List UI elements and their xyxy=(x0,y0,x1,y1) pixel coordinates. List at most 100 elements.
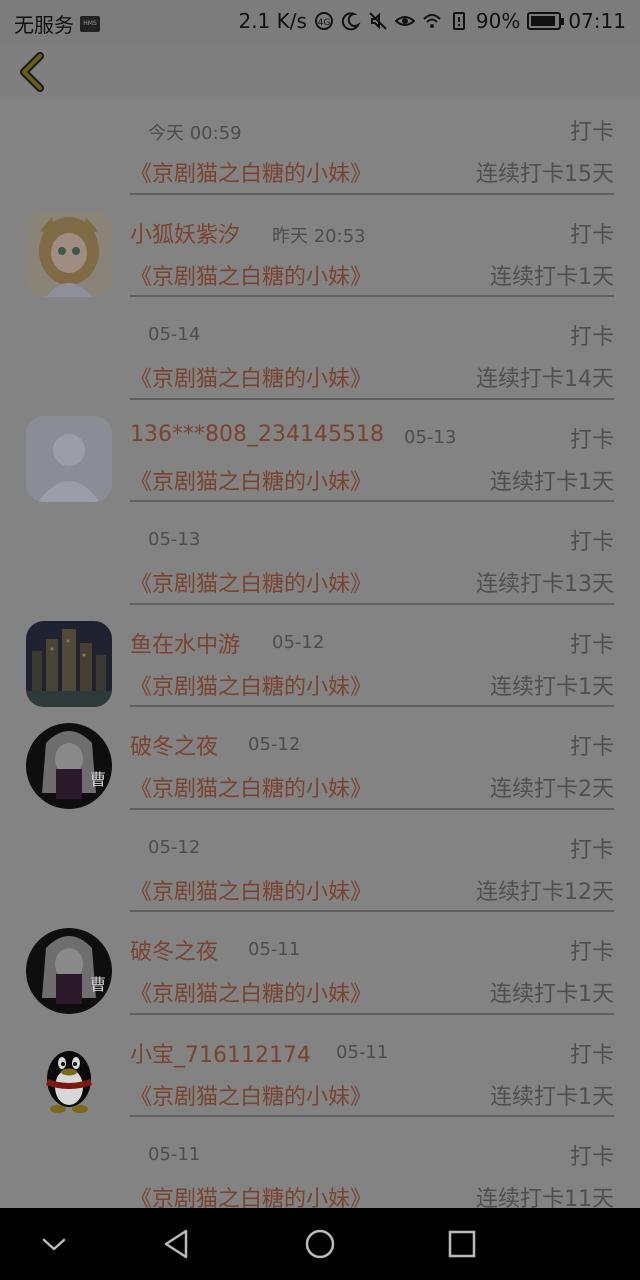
streak-count: 连续打卡1天 xyxy=(490,469,614,495)
entry-action: 打卡 xyxy=(569,427,614,453)
entry-time: 昨天 20:53 xyxy=(272,225,366,247)
mute-icon xyxy=(369,12,387,30)
entry-time: 05-11 xyxy=(248,939,301,960)
list-item[interactable]: 曹 破冬之夜 05-11 打卡 《京剧猫之白糖的小妹》 连续打卡1天 xyxy=(0,920,640,1023)
entry-time: 05-13 xyxy=(148,529,201,550)
chevron-down-icon[interactable] xyxy=(34,1224,74,1264)
carrier-label: 无服务 xyxy=(14,13,74,37)
username[interactable]: 破冬之夜 xyxy=(130,729,218,761)
entry-action: 打卡 xyxy=(569,1145,614,1170)
checkin-list: 今天 00:59 打卡 《京剧猫之白糖的小妹》 连续打卡15天 小狐妖紫汐 昨天… xyxy=(0,100,640,1208)
clock: 07:11 xyxy=(568,9,626,33)
qq-penguin-avatar-icon xyxy=(26,1030,112,1117)
book-title-link[interactable]: 《京剧猫之白糖的小妹》 xyxy=(130,361,372,393)
avatar[interactable]: 曹 xyxy=(26,928,112,1014)
book-title-link[interactable]: 《京剧猫之白糖的小妹》 xyxy=(130,874,372,906)
dark-anime-avatar-icon: 曹 xyxy=(26,928,112,1014)
city-night-avatar-icon xyxy=(26,620,112,707)
book-title-link[interactable]: 《京剧猫之白糖的小妹》 xyxy=(130,1181,372,1208)
entry-time: 今天 00:59 xyxy=(148,123,242,144)
streak-count: 连续打卡2天 xyxy=(490,777,614,802)
book-title-link[interactable]: 《京剧猫之白糖的小妹》 xyxy=(130,259,372,291)
entry-action: 打卡 xyxy=(569,735,614,760)
divider xyxy=(130,500,614,502)
entry-action: 打卡 xyxy=(569,940,614,965)
entry-action: 打卡 xyxy=(569,120,614,145)
streak-count: 连续打卡1天 xyxy=(490,674,614,700)
svg-text:曹: 曹 xyxy=(90,975,106,994)
entry-action: 打卡 xyxy=(569,530,614,555)
avatar[interactable] xyxy=(26,210,112,297)
system-nav-bar xyxy=(0,1208,640,1280)
username[interactable]: 小宝_716112174 xyxy=(130,1037,311,1069)
entry-time: 05-12 xyxy=(272,631,325,653)
avatar[interactable] xyxy=(26,1030,112,1117)
book-title-link[interactable]: 《京剧猫之白糖的小妹》 xyxy=(130,1079,372,1111)
book-title-link[interactable]: 《京剧猫之白糖的小妹》 xyxy=(130,771,372,803)
eye-icon xyxy=(394,16,415,26)
wifi-icon xyxy=(423,14,441,28)
username[interactable]: 136***808_234145518 xyxy=(130,422,384,447)
streak-count: 连续打卡11天 xyxy=(476,1187,614,1208)
entry-time: 05-11 xyxy=(148,1144,201,1165)
moon-icon xyxy=(341,12,361,31)
avatar[interactable] xyxy=(26,620,112,707)
data-saver-icon: 4G xyxy=(314,12,333,30)
sim-icon: HMS xyxy=(80,15,100,32)
divider xyxy=(130,1115,614,1117)
divider xyxy=(130,1012,614,1015)
dark-anime-avatar-icon: 曹 xyxy=(26,723,112,809)
list-item[interactable]: 小宝_716112174 05-11 打卡 《京剧猫之白糖的小妹》 连续打卡1天 xyxy=(0,1023,640,1126)
chevron-left-icon xyxy=(20,52,44,92)
home-circle-icon[interactable] xyxy=(300,1224,340,1264)
entry-action: 打卡 xyxy=(569,837,614,863)
book-title-link[interactable]: 《京剧猫之白糖的小妹》 xyxy=(130,566,372,598)
streak-count: 连续打卡1天 xyxy=(490,982,614,1007)
divider xyxy=(130,192,614,195)
entry-action: 打卡 xyxy=(569,222,614,248)
book-title-link[interactable]: 《京剧猫之白糖的小妹》 xyxy=(130,156,372,188)
list-item[interactable]: 05-13 打卡 《京剧猫之白糖的小妹》 连续打卡13天 xyxy=(0,510,640,613)
avatar[interactable] xyxy=(26,415,112,502)
battery-percent: 90% xyxy=(475,9,521,33)
list-item[interactable]: 曹 破冬之夜 05-12 打卡 《京剧猫之白糖的小妹》 连续打卡2天 xyxy=(0,715,640,818)
entry-time: 05-11 xyxy=(336,1041,389,1063)
entry-time: 05-12 xyxy=(148,836,201,858)
book-title-link[interactable]: 《京剧猫之白糖的小妹》 xyxy=(130,976,372,1008)
streak-count: 连续打卡14天 xyxy=(476,367,614,392)
recents-square-icon[interactable] xyxy=(442,1224,482,1264)
divider xyxy=(130,910,614,912)
entry-time: 05-12 xyxy=(248,734,301,755)
list-item[interactable]: 鱼在水中游 05-12 打卡 《京剧猫之白糖的小妹》 连续打卡1天 xyxy=(0,613,640,716)
streak-count: 连续打卡1天 xyxy=(490,264,614,290)
list-item[interactable]: 今天 00:59 打卡 《京剧猫之白糖的小妹》 连续打卡15天 xyxy=(0,100,640,203)
entry-action: 打卡 xyxy=(569,632,614,658)
book-title-link[interactable]: 《京剧猫之白糖的小妹》 xyxy=(130,464,372,496)
book-title-link[interactable]: 《京剧猫之白糖的小妹》 xyxy=(130,669,372,701)
username[interactable]: 鱼在水中游 xyxy=(130,627,240,659)
back-button[interactable] xyxy=(14,50,54,94)
entry-action: 打卡 xyxy=(569,1042,614,1068)
streak-count: 连续打卡13天 xyxy=(476,572,614,597)
entry-time: 05-13 xyxy=(404,426,457,448)
battery-fill xyxy=(531,16,555,26)
list-item[interactable]: 136***808_234145518 05-13 打卡 《京剧猫之白糖的小妹》… xyxy=(0,408,640,511)
entry-time: 05-14 xyxy=(148,324,201,345)
divider xyxy=(130,295,614,297)
username[interactable]: 破冬之夜 xyxy=(130,934,218,966)
list-item[interactable]: 05-14 打卡 《京剧猫之白糖的小妹》 连续打卡14天 xyxy=(0,305,640,408)
entry-action: 打卡 xyxy=(569,325,614,350)
streak-count: 连续打卡12天 xyxy=(476,879,614,905)
list-item[interactable]: 小狐妖紫汐 昨天 20:53 打卡 《京剧猫之白糖的小妹》 连续打卡1天 xyxy=(0,203,640,306)
list-item[interactable]: 05-12 打卡 《京剧猫之白糖的小妹》 连续打卡12天 xyxy=(0,818,640,921)
streak-count: 连续打卡15天 xyxy=(476,162,614,187)
svg-text:曹: 曹 xyxy=(90,770,106,789)
username[interactable]: 小狐妖紫汐 xyxy=(130,217,240,249)
network-speed: 2.1 K/s xyxy=(238,9,307,33)
streak-count: 连续打卡1天 xyxy=(490,1084,614,1110)
back-triangle-icon[interactable] xyxy=(158,1224,198,1264)
avatar[interactable]: 曹 xyxy=(26,723,112,809)
anime-girl-avatar-icon xyxy=(26,210,112,297)
status-bar: 无服务 HMS 2.1 K/s 4G 90% 07:11 xyxy=(0,0,640,44)
list-item[interactable]: 05-11 打卡 《京剧猫之白糖的小妹》 连续打卡11天 xyxy=(0,1125,640,1208)
